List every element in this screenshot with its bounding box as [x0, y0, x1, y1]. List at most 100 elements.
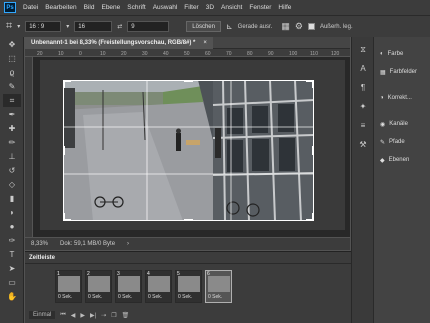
menu-hilfe[interactable]: Hilfe	[278, 4, 291, 11]
lasso-tool-icon[interactable]: ϱ	[3, 66, 21, 79]
straighten-icon[interactable]: ⊾	[226, 22, 233, 31]
chevron-right-icon[interactable]: ›	[127, 241, 129, 247]
blur-tool-icon[interactable]: ◗	[3, 206, 21, 219]
ratio-select[interactable]: 16 : 9	[25, 21, 62, 32]
menu-auswahl[interactable]: Auswahl	[153, 4, 178, 11]
dodge-tool-icon[interactable]: ●	[3, 220, 21, 233]
crop-tool-icon[interactable]: ⌗	[3, 94, 21, 107]
menu-3d[interactable]: 3D	[206, 4, 214, 11]
panel-channels[interactable]: ◉ Kanäle	[374, 115, 430, 133]
timeline-panel: Zeitleiste 10 Sek. 20 Sek. 30 Sek. 40 Se…	[25, 251, 351, 323]
grid-overlay-icon[interactable]: ▦	[281, 21, 290, 32]
menu-bild[interactable]: Bild	[84, 4, 95, 11]
panel-paths[interactable]: ✎ Pfade	[374, 133, 430, 151]
straighten-label[interactable]: Gerade ausr.	[238, 24, 273, 30]
frame-2[interactable]: 20 Sek.	[85, 270, 112, 303]
play-icon[interactable]: ▶	[80, 312, 85, 319]
menu-datei[interactable]: Datei	[23, 4, 38, 11]
frame-6[interactable]: 60 Sek.	[205, 270, 232, 303]
tool-presets-icon[interactable]: ⚒	[354, 138, 372, 151]
gear-icon[interactable]: ⚙	[295, 21, 303, 32]
adjustments-icon: ◑	[380, 95, 384, 101]
status-bar: 8,33% Dok: 59,1 MB/0 Byte ›	[25, 238, 350, 250]
chevron-down-icon[interactable]: ▾	[17, 23, 20, 30]
width-field[interactable]: 16	[74, 21, 113, 32]
path-select-tool-icon[interactable]: ➤	[3, 262, 21, 275]
frame-1[interactable]: 10 Sek.	[55, 270, 82, 303]
swatches-icon: ▦	[380, 69, 386, 76]
menu-ebene[interactable]: Ebene	[101, 4, 120, 11]
properties-icon[interactable]: ≡	[354, 119, 372, 132]
menu-bearbeiten[interactable]: Bearbeiten	[45, 4, 76, 11]
frame-thumbnail	[178, 276, 200, 292]
close-icon[interactable]: ×	[203, 40, 207, 46]
panel-adjustments-label: Korrekt...	[387, 95, 412, 101]
outside-label: Außerh. leg.	[319, 23, 353, 30]
frame-delay[interactable]: 0 Sek.	[208, 294, 222, 300]
panel-adjustments[interactable]: ◑ Korrekt...	[374, 89, 430, 107]
stamp-tool-icon[interactable]: ⊥	[3, 150, 21, 163]
brush-tool-icon[interactable]: ✏	[3, 136, 21, 149]
menu-bar: Ps Datei Bearbeiten Bild Ebene Schrift A…	[0, 0, 430, 15]
layers-icon: ◆	[380, 157, 385, 164]
frame-delay[interactable]: 0 Sek.	[58, 294, 72, 300]
character-icon[interactable]: A	[354, 62, 372, 75]
paragraph-icon[interactable]: ¶	[354, 81, 372, 94]
move-tool-icon[interactable]: ✥	[3, 38, 21, 51]
menu-filter[interactable]: Filter	[184, 4, 198, 11]
photo-canvas[interactable]	[63, 80, 314, 221]
street-photo	[63, 80, 314, 221]
eyedropper-tool-icon[interactable]: ✒	[3, 108, 21, 121]
quick-select-tool-icon[interactable]: ✎	[3, 80, 21, 93]
menu-fenster[interactable]: Fenster	[249, 4, 271, 11]
shape-tool-icon[interactable]: ▭	[3, 276, 21, 289]
panel-color[interactable]: ◐ Farbe	[374, 45, 430, 63]
paths-icon: ✎	[380, 139, 386, 146]
first-frame-icon[interactable]: ⏮	[60, 312, 65, 319]
menu-schrift[interactable]: Schrift	[127, 4, 145, 11]
ratio-chevron-icon[interactable]: ▾	[66, 23, 69, 30]
gradient-tool-icon[interactable]: ▮	[3, 192, 21, 205]
timeline-title[interactable]: Zeitleiste	[29, 255, 55, 261]
tween-icon[interactable]: ⇢	[101, 312, 106, 319]
clear-button[interactable]: Löschen	[186, 21, 221, 32]
next-frame-icon[interactable]: ▶|	[90, 312, 96, 319]
loop-select[interactable]: Einmal	[29, 311, 56, 319]
frame-delay[interactable]: 0 Sek.	[178, 294, 192, 300]
panel-layers[interactable]: ◆ Ebenen	[374, 151, 430, 169]
hand-tool-icon[interactable]: ✋	[3, 290, 21, 303]
photoshop-logo: Ps	[4, 2, 16, 13]
outside-checkbox[interactable]	[307, 23, 315, 30]
panel-dock: ◐ Farbe ▦ Farbfelder ◑ Korrekt... ◉ Kanä…	[373, 37, 430, 323]
healing-tool-icon[interactable]: ✚	[3, 122, 21, 135]
duplicate-frame-icon[interactable]: ❐	[111, 312, 116, 319]
delete-frame-icon[interactable]: 🗑	[122, 312, 130, 319]
previous-frame-icon[interactable]: ◀	[71, 312, 76, 319]
frame-delay[interactable]: 0 Sek.	[148, 294, 162, 300]
swap-icon[interactable]: ⇄	[117, 23, 122, 30]
panel-swatches[interactable]: ▦ Farbfelder	[374, 63, 430, 81]
history-brush-icon[interactable]: ↺	[3, 164, 21, 177]
panel-color-label: Farbe	[387, 51, 404, 57]
history-icon[interactable]: ⧖	[354, 43, 372, 56]
frame-list: 10 Sek. 20 Sek. 30 Sek. 40 Sek. 50 Sek. …	[55, 270, 232, 303]
frame-4[interactable]: 40 Sek.	[145, 270, 172, 303]
document-tab[interactable]: Unbenannt-1 bei 8,33% (Freistellungsvors…	[25, 36, 213, 49]
timeline-controls: Einmal ⏮ ◀ ▶ ▶| ⇢ ❐ 🗑	[29, 311, 129, 319]
menu-ansicht[interactable]: Ansicht	[221, 4, 242, 11]
crop-tool-icon[interactable]: ⌗	[6, 20, 12, 33]
doc-size: Dok: 59,1 MB/0 Byte	[60, 241, 116, 247]
pen-tool-icon[interactable]: ✑	[3, 234, 21, 247]
zoom-level[interactable]: 8,33%	[31, 241, 48, 247]
frame-thumbnail	[148, 276, 170, 292]
brush-settings-icon[interactable]: ✦	[354, 100, 372, 113]
eraser-tool-icon[interactable]: ◇	[3, 178, 21, 191]
height-field[interactable]: 9	[127, 21, 170, 32]
frame-5[interactable]: 50 Sek.	[175, 270, 202, 303]
frame-delay[interactable]: 0 Sek.	[88, 294, 102, 300]
frame-thumbnail	[88, 276, 110, 292]
marquee-tool-icon[interactable]: ⬚	[3, 52, 21, 65]
frame-3[interactable]: 30 Sek.	[115, 270, 142, 303]
frame-delay[interactable]: 0 Sek.	[118, 294, 132, 300]
type-tool-icon[interactable]: T	[3, 248, 21, 261]
